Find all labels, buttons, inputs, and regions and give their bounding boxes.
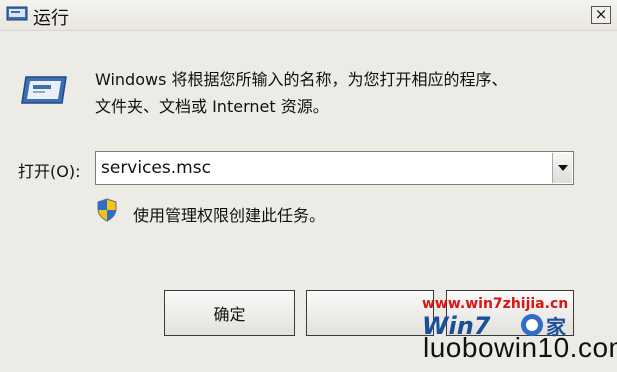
watermark-site: luobowin10.com xyxy=(423,332,617,363)
admin-privilege-note: 使用管理权限创建此任务。 xyxy=(133,206,326,225)
description-line-2: 文件夹、文档或 Internet 资源。 xyxy=(95,97,329,116)
dropdown-button[interactable] xyxy=(552,153,572,183)
title-bar: 运行 × xyxy=(0,0,617,31)
open-label: 打开(O): xyxy=(18,162,81,181)
cancel-button[interactable] xyxy=(306,290,434,336)
command-combobox[interactable] xyxy=(95,151,574,185)
dialog-description: Windows 将根据您所输入的名称，为您打开相应的程序、 文件夹、文档或 In… xyxy=(95,66,595,120)
close-button[interactable]: × xyxy=(591,6,611,24)
command-input[interactable] xyxy=(98,154,551,182)
ok-button[interactable]: 确定 xyxy=(164,290,295,336)
run-icon xyxy=(6,6,28,22)
close-icon: × xyxy=(594,5,608,23)
watermark-url: www.win7zhijia.cn xyxy=(422,296,569,312)
run-icon xyxy=(20,75,68,105)
description-line-1: Windows 将根据您所输入的名称，为您打开相应的程序、 xyxy=(95,70,508,89)
chevron-down-icon xyxy=(558,165,568,171)
window-title: 运行 xyxy=(33,8,69,29)
run-dialog: 运行 × Windows 将根据您所输入的名称，为您打开相应的程序、 文件夹、文… xyxy=(0,0,617,372)
shield-icon xyxy=(96,198,118,222)
